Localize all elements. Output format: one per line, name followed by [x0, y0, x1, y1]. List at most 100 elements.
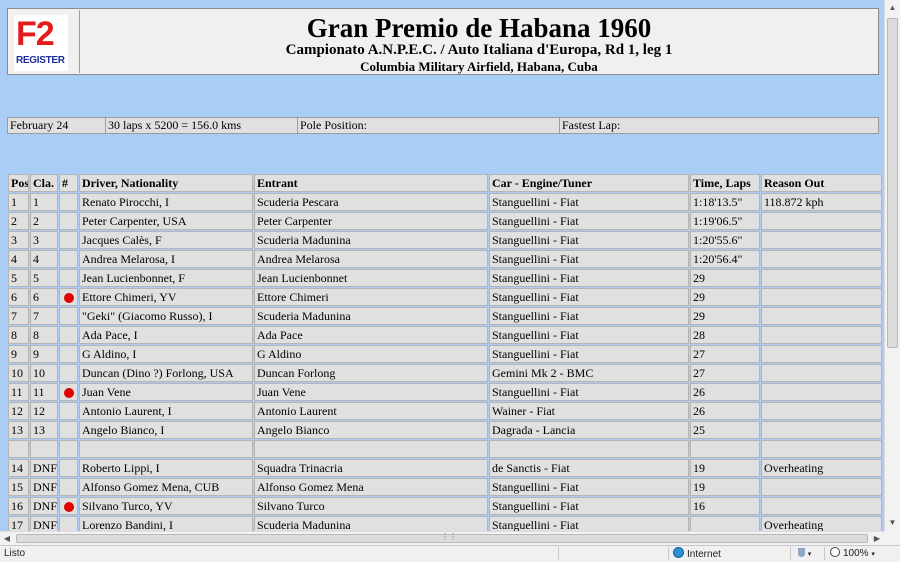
cell-car: Stanguellini - Fiat: [489, 231, 689, 249]
cell-entrant: Duncan Forlong: [254, 364, 488, 382]
cell-driver: Juan Vene: [79, 383, 253, 401]
cell-pos: 15: [8, 478, 29, 496]
cell-number: [59, 402, 78, 420]
cell-cla: 9: [30, 345, 58, 363]
cell-car: Stanguellini - Fiat: [489, 288, 689, 306]
cell-time: 1:20'55.6": [690, 231, 760, 249]
page-subtitle: Campionato A.N.P.E.C. / Auto Italiana d'…: [285, 42, 673, 58]
cell-entrant: Peter Carpenter: [254, 212, 488, 230]
cell-time: 1:19'06.5": [690, 212, 760, 230]
red-dot-icon: [64, 388, 74, 399]
cell-reason: [761, 440, 882, 458]
vertical-scrollbar[interactable]: ▲ ▼: [884, 0, 900, 531]
cell-number: [59, 440, 78, 458]
zoom-icon: [830, 547, 840, 557]
cell-cla: 1: [30, 193, 58, 211]
scroll-right-icon[interactable]: ▶: [870, 532, 884, 546]
red-dot-icon: [64, 293, 74, 304]
cell-number: [59, 307, 78, 325]
table-row: 4 4 Andrea Melarosa, I Andrea Melarosa Stang…: [8, 250, 882, 268]
status-divider: [790, 547, 791, 560]
cell-cla: 2: [30, 212, 58, 230]
cell-reason: [761, 345, 882, 363]
logo-sub-text: REGISTER: [16, 55, 65, 66]
cell-car: [489, 440, 689, 458]
col-header-reason: Reason Out: [761, 174, 882, 192]
cell-entrant: Scuderia Madunina: [254, 516, 488, 531]
cell-driver: Antonio Laurent, I: [79, 402, 253, 420]
cell-reason: [761, 231, 882, 249]
cell-reason: [761, 288, 882, 306]
horizontal-scroll-thumb[interactable]: ⋮⋮: [16, 532, 868, 543]
cell-car: Stanguellini - Fiat: [489, 193, 689, 211]
cell-driver: Peter Carpenter, USA: [79, 212, 253, 230]
cell-time: 1:18'13.5": [690, 193, 760, 211]
cell-pos: 16: [8, 497, 29, 515]
col-header-cla: Cla.: [30, 174, 58, 192]
cell-car: de Sanctis - Fiat: [489, 459, 689, 477]
cell-driver: Ada Pace, I: [79, 326, 253, 344]
cell-entrant: Scuderia Madunina: [254, 307, 488, 325]
cell-cla: 7: [30, 307, 58, 325]
cell-cla: 13: [30, 421, 58, 439]
cell-cla: 10: [30, 364, 58, 382]
table-row: 2 2 Peter Carpenter, USA Peter Carpenter Sta…: [8, 212, 882, 230]
table-row: 6 6 Ettore Chimeri, YV Ettore Chimeri Stangu…: [8, 288, 882, 306]
cell-car: Wainer - Fiat: [489, 402, 689, 420]
security-zone[interactable]: Internet: [673, 547, 721, 562]
cell-time: 25: [690, 421, 760, 439]
cell-driver: G Aldino, I: [79, 345, 253, 363]
table-row: 8 8 Ada Pace, I Ada Pace Stanguellini - Fiat…: [8, 326, 882, 344]
cell-pos: 13: [8, 421, 29, 439]
cell-entrant: Silvano Turco: [254, 497, 488, 515]
scroll-left-icon[interactable]: ◀: [0, 532, 14, 546]
cell-driver: Alfonso Gomez Mena, CUB: [79, 478, 253, 496]
chevron-down-icon: ▾: [807, 551, 812, 558]
title-cell: Gran Premio de Habana 1960 Campionato A.…: [80, 9, 878, 74]
cell-cla: [30, 440, 58, 458]
cell-reason: [761, 307, 882, 325]
cell-reason: [761, 269, 882, 287]
logo-main-text: F2: [16, 15, 55, 53]
cell-pos: 4: [8, 250, 29, 268]
results-header-row: Pos Cla. # Driver, Nationality Entrant C…: [8, 174, 882, 192]
cell-reason: 118.872 kph: [761, 193, 882, 211]
cell-car: Gemini Mk 2 - BMC: [489, 364, 689, 382]
cell-reason: [761, 250, 882, 268]
vertical-scroll-thumb[interactable]: [887, 18, 898, 348]
cell-pos: 9: [8, 345, 29, 363]
cell-driver: Duncan (Dino ?) Forlong, USA: [79, 364, 253, 382]
cell-car: Stanguellini - Fiat: [489, 516, 689, 531]
red-dot-icon: [64, 502, 74, 513]
cell-driver: Ettore Chimeri, YV: [79, 288, 253, 306]
cell-reason: [761, 478, 882, 496]
cell-entrant: Angelo Bianco: [254, 421, 488, 439]
cell-car: Stanguellini - Fiat: [489, 478, 689, 496]
cell-car: Stanguellini - Fiat: [489, 326, 689, 344]
cell-cla: 4: [30, 250, 58, 268]
cell-time: [690, 516, 760, 531]
cell-time: 19: [690, 459, 760, 477]
cell-time: 27: [690, 345, 760, 363]
scroll-up-icon[interactable]: ▲: [885, 0, 900, 16]
cell-number: [59, 250, 78, 268]
cell-number: [59, 269, 78, 287]
zoom-control[interactable]: 100% ▾: [830, 547, 875, 562]
cell-time: 29: [690, 307, 760, 325]
cell-car: Stanguellini - Fiat: [489, 345, 689, 363]
f2-register-logo[interactable]: F2 REGISTER: [14, 15, 68, 71]
page-header: F2 REGISTER Gran Premio de Habana 1960 C…: [7, 8, 879, 75]
horizontal-scrollbar[interactable]: ◀ ⋮⋮ ▶: [0, 531, 884, 545]
cell-cla: DNF: [30, 497, 58, 515]
cell-time: 29: [690, 269, 760, 287]
protected-mode-button[interactable]: ▾: [798, 547, 811, 562]
results-body: 1 1 Renato Pirocchi, I Scuderia Pescara Stan…: [8, 193, 882, 531]
cell-pos: 11: [8, 383, 29, 401]
cell-driver: Andrea Melarosa, I: [79, 250, 253, 268]
page-title: Gran Premio de Habana 1960: [306, 13, 652, 43]
cell-pos: 2: [8, 212, 29, 230]
scroll-down-icon[interactable]: ▼: [885, 515, 900, 531]
cell-time: 27: [690, 364, 760, 382]
race-date: February 24: [8, 118, 106, 133]
cell-entrant: Scuderia Pescara: [254, 193, 488, 211]
